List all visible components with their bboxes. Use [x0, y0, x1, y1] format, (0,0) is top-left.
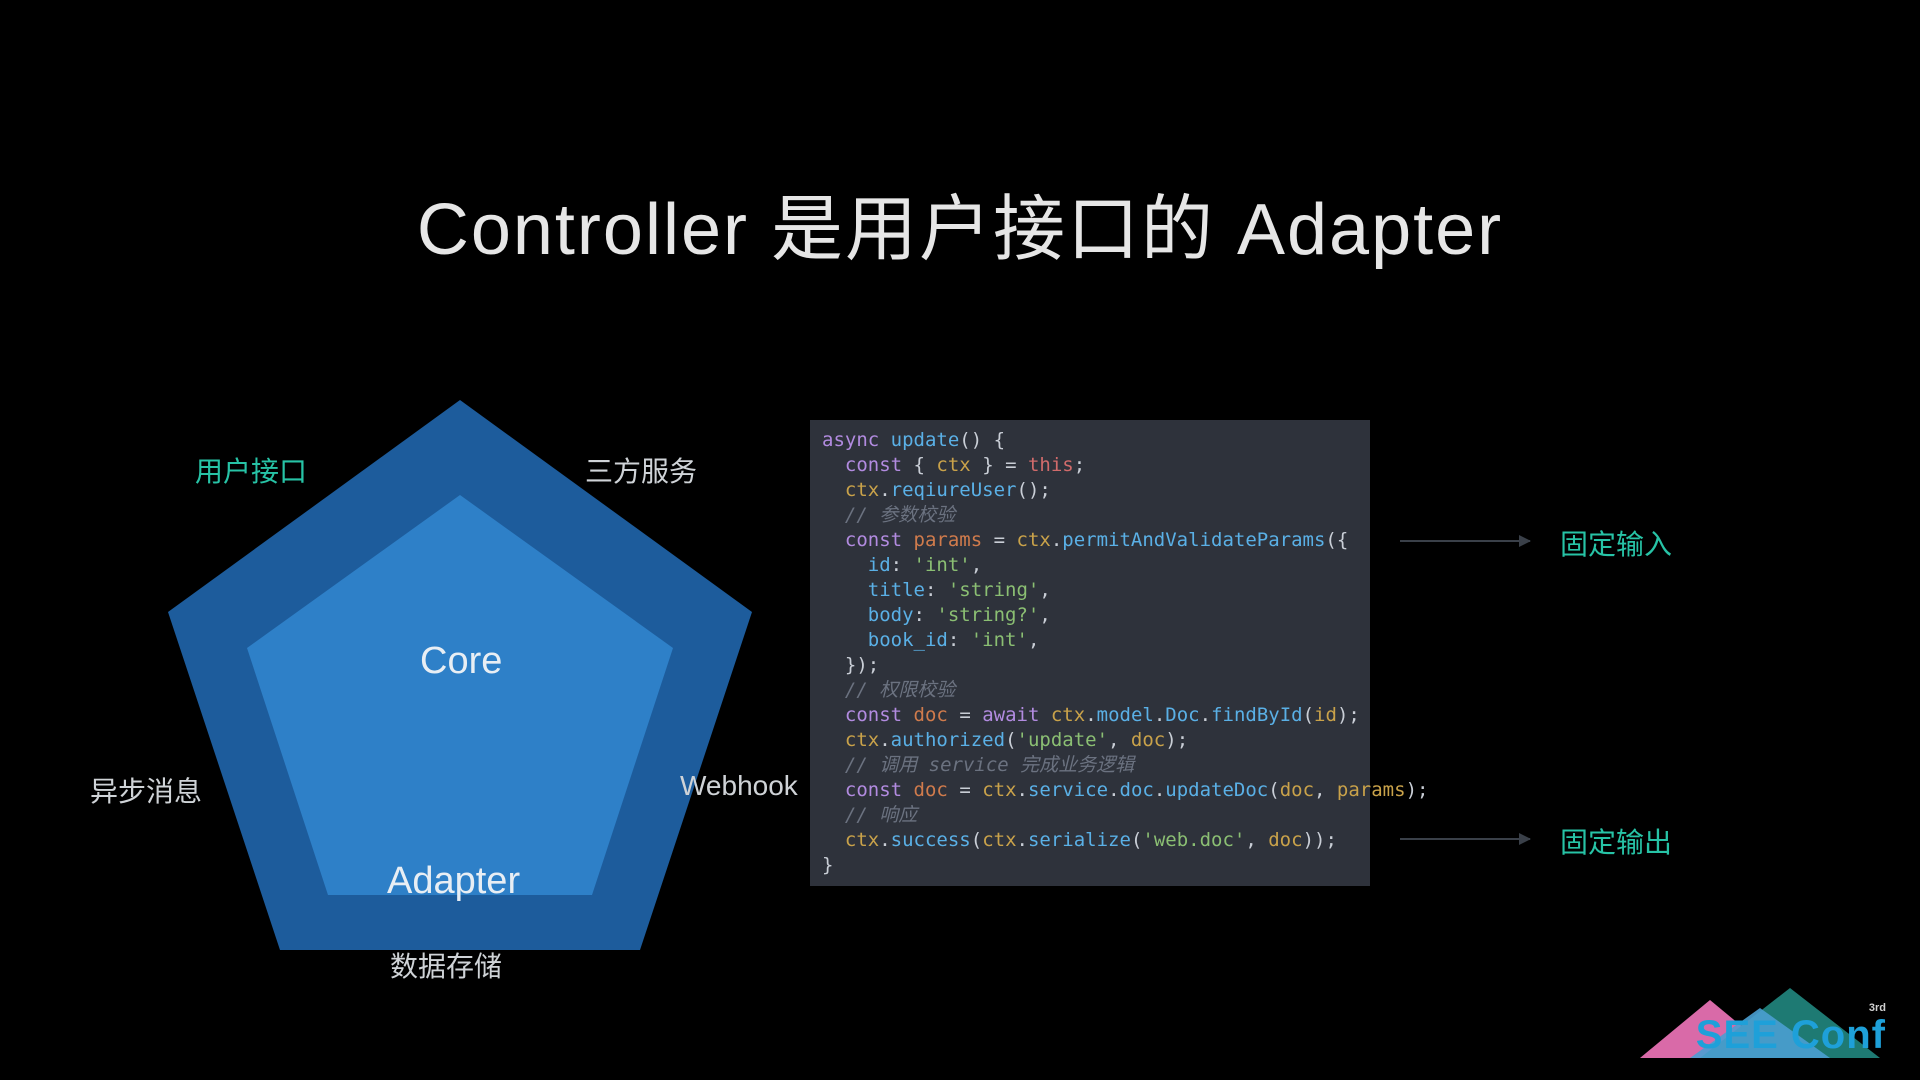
code-line: } — [810, 853, 1370, 878]
pentagon-label-mid-right: Webhook — [680, 770, 798, 802]
brand-logo: 3rd SEE Conf — [1630, 980, 1890, 1060]
code-line: id: 'int', — [810, 553, 1370, 578]
code-line: // 调用 service 完成业务逻辑 — [810, 753, 1370, 778]
pentagon-label-bottom: 数据存储 — [390, 945, 502, 985]
slide-title: Controller 是用户接口的 Adapter — [0, 170, 1920, 275]
pentagon-label-top-right: 三方服务 — [585, 450, 697, 490]
code-line: const { ctx } = this; — [810, 453, 1370, 478]
pentagon-adapter-label: Adapter — [387, 860, 520, 903]
pentagon-diagram: Core Adapter 用户接口 三方服务 异步消息 Webhook 数据存储 — [140, 390, 780, 1010]
code-line: const doc = ctx.service.doc.updateDoc(do… — [810, 778, 1370, 803]
code-line: const params = ctx.permitAndValidatePara… — [810, 528, 1370, 553]
arrow-output — [1400, 838, 1530, 840]
code-line: ctx.success(ctx.serialize('web.doc', doc… — [810, 828, 1370, 853]
code-line: book_id: 'int', — [810, 628, 1370, 653]
pentagon-core-label: Core — [420, 640, 502, 683]
annotation-output: 固定输出 — [1560, 821, 1672, 861]
code-line: // 权限校验 — [810, 678, 1370, 703]
pentagon-label-mid-left: 异步消息 — [90, 770, 202, 810]
code-line: ctx.reqiureUser(); — [810, 478, 1370, 503]
pentagon-label-top-left: 用户接口 — [195, 450, 307, 490]
code-line: // 响应 — [810, 803, 1370, 828]
code-line: }); — [810, 653, 1370, 678]
arrow-input — [1400, 540, 1530, 542]
annotation-input: 固定输入 — [1560, 523, 1672, 563]
code-line: // 参数校验 — [810, 503, 1370, 528]
code-line: const doc = await ctx.model.Doc.findById… — [810, 703, 1370, 728]
code-line: body: 'string?', — [810, 603, 1370, 628]
code-line: title: 'string', — [810, 578, 1370, 603]
code-line: async update() { — [810, 428, 1370, 453]
brand-text: SEE Conf — [1696, 1013, 1886, 1058]
code-line: ctx.authorized('update', doc); — [810, 728, 1370, 753]
code-block: async update() { const { ctx } = this; c… — [810, 420, 1370, 886]
slide: Controller 是用户接口的 Adapter Core Adapter 用… — [0, 0, 1920, 1080]
